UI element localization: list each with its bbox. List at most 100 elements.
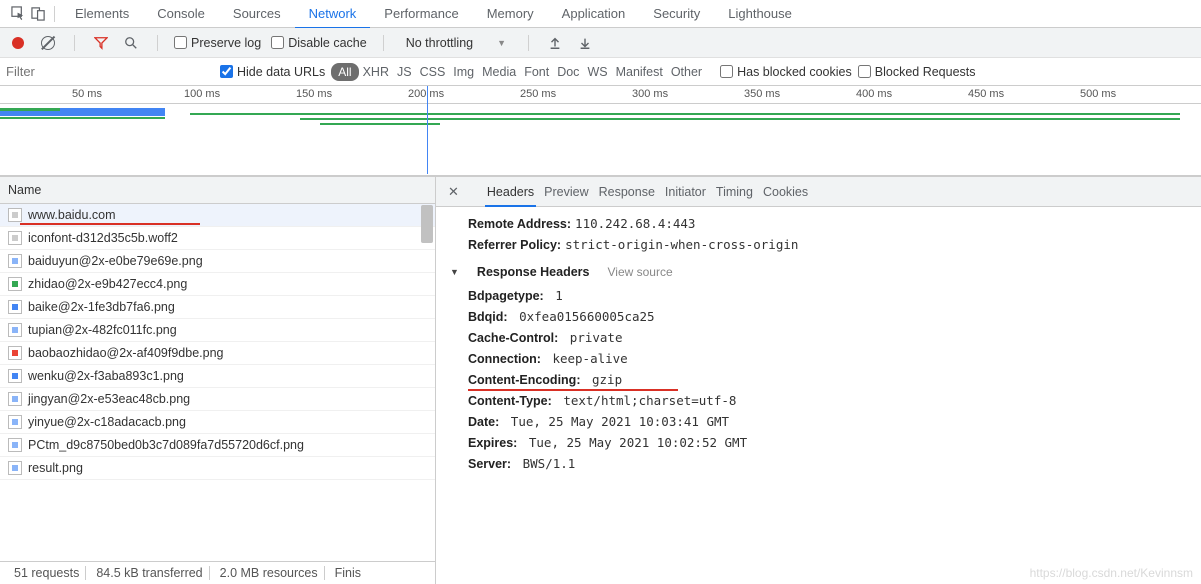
detail-tab-initiator[interactable]: Initiator (663, 179, 708, 205)
filter-type-ws[interactable]: WS (583, 63, 611, 81)
request-list: www.baidu.com iconfont-d312d35c5b.woff2 ba… (0, 204, 435, 561)
tab-application[interactable]: Application (548, 0, 640, 27)
file-icon (8, 277, 22, 291)
detail-tab-cookies[interactable]: Cookies (761, 179, 810, 205)
file-icon (8, 231, 22, 245)
referrer-policy-value: strict-origin-when-cross-origin (561, 237, 798, 252)
timeline-bar (320, 123, 440, 125)
highlight-underline (20, 223, 200, 225)
request-name: baike@2x-1fe3db7fa6.png (28, 300, 175, 314)
file-icon (8, 254, 22, 268)
header-key: Cache-Control: (468, 331, 558, 345)
status-resources: 2.0 MB resources (214, 566, 325, 580)
chevron-down-icon: ▼ (450, 267, 459, 277)
separator (157, 35, 158, 51)
remote-address-value: 110.242.68.4:443 (571, 216, 695, 231)
inspect-icon[interactable] (8, 2, 28, 26)
remote-address: Remote Address:110.242.68.4:443 (450, 213, 1187, 234)
separator (54, 6, 55, 22)
tab-network[interactable]: Network (295, 0, 371, 29)
filter-icon[interactable] (91, 31, 111, 55)
detail-tab-preview[interactable]: Preview (542, 179, 590, 205)
response-headers-section[interactable]: ▼Response HeadersView source (450, 255, 1187, 285)
tab-security[interactable]: Security (639, 0, 714, 27)
detail-tab-response[interactable]: Response (597, 179, 657, 205)
request-row[interactable]: yinyue@2x-c18adacacb.png (0, 411, 435, 434)
throttling-select[interactable]: No throttling▼ (400, 36, 512, 50)
filter-type-css[interactable]: CSS (416, 63, 450, 81)
request-row[interactable]: baobaozhidao@2x-af409f9dbe.png (0, 342, 435, 365)
chevron-down-icon: ▼ (497, 38, 506, 48)
upload-icon[interactable] (545, 31, 565, 55)
filter-type-media[interactable]: Media (478, 63, 520, 81)
blocked-cookies-checkbox[interactable]: Has blocked cookies (720, 65, 852, 79)
response-header-row: Connection: keep-alive (468, 348, 1187, 369)
request-name: tupian@2x-482fc011fc.png (28, 323, 177, 337)
file-icon (8, 208, 22, 222)
scrollbar-thumb[interactable] (421, 205, 433, 243)
view-source-link[interactable]: View source (607, 265, 672, 279)
filter-type-font[interactable]: Font (520, 63, 553, 81)
request-name: www.baidu.com (28, 208, 116, 222)
timeline-tick: 50 ms (72, 88, 102, 100)
filter-type-other[interactable]: Other (667, 63, 706, 81)
header-key: Connection: (468, 352, 541, 366)
preserve-log-checkbox[interactable]: Preserve log (174, 36, 261, 50)
blocked-requests-checkbox[interactable]: Blocked Requests (858, 65, 976, 79)
request-row[interactable]: baike@2x-1fe3db7fa6.png (0, 296, 435, 319)
request-row[interactable]: jingyan@2x-e53eac48cb.png (0, 388, 435, 411)
file-icon (8, 438, 22, 452)
close-icon[interactable]: ✕ (440, 184, 467, 200)
header-key: Bdqid: (468, 310, 508, 324)
remote-address-label: Remote Address: (468, 217, 571, 231)
disable-cache-checkbox[interactable]: Disable cache (271, 36, 367, 50)
timeline[interactable]: 50 ms100 ms150 ms200 ms250 ms300 ms350 m… (0, 86, 1201, 176)
request-row[interactable]: tupian@2x-482fc011fc.png (0, 319, 435, 342)
header-key: Content-Type: (468, 394, 552, 408)
tab-elements[interactable]: Elements (61, 0, 143, 27)
blocked-cookies-label: Has blocked cookies (737, 65, 852, 79)
list-header-name[interactable]: Name (0, 177, 435, 204)
request-row[interactable]: PCtm_d9c8750bed0b3c7d089fa7d55720d6cf.pn… (0, 434, 435, 457)
device-icon[interactable] (28, 2, 48, 26)
timeline-tick: 400 ms (856, 88, 892, 100)
filter-type-doc[interactable]: Doc (553, 63, 583, 81)
hide-data-urls-checkbox[interactable]: Hide data URLs (220, 65, 325, 79)
response-header-row: Cache-Control: private (468, 327, 1187, 348)
record-button[interactable] (8, 31, 28, 55)
clear-button[interactable] (38, 31, 58, 55)
tab-console[interactable]: Console (143, 0, 219, 27)
tab-performance[interactable]: Performance (370, 0, 472, 27)
timeline-bar (0, 117, 165, 119)
file-icon (8, 346, 22, 360)
request-row[interactable]: zhidao@2x-e9b427ecc4.png (0, 273, 435, 296)
filter-type-xhr[interactable]: XHR (359, 63, 393, 81)
highlight-underline (468, 389, 678, 391)
detail-tab-timing[interactable]: Timing (714, 179, 755, 205)
request-name: baiduyun@2x-e0be79e69e.png (28, 254, 203, 268)
detail-tab-headers[interactable]: Headers (485, 179, 536, 207)
filter-type-all[interactable]: All (331, 63, 358, 81)
header-value: keep-alive (541, 351, 628, 366)
timeline-marker (427, 86, 428, 174)
request-row[interactable]: iconfont-d312d35c5b.woff2 (0, 227, 435, 250)
download-icon[interactable] (575, 31, 595, 55)
separator (528, 35, 529, 51)
filter-type-js[interactable]: JS (393, 63, 416, 81)
timeline-tick: 150 ms (296, 88, 332, 100)
request-row[interactable]: www.baidu.com (0, 204, 435, 227)
request-row[interactable]: wenku@2x-f3aba893c1.png (0, 365, 435, 388)
status-requests: 51 requests (8, 566, 86, 580)
filter-input[interactable] (4, 60, 214, 83)
tab-memory[interactable]: Memory (473, 0, 548, 27)
search-icon[interactable] (121, 31, 141, 55)
filter-type-img[interactable]: Img (449, 63, 478, 81)
header-key: Bdpagetype: (468, 289, 544, 303)
tab-lighthouse[interactable]: Lighthouse (714, 0, 806, 27)
filter-type-manifest[interactable]: Manifest (612, 63, 667, 81)
request-row[interactable]: result.png (0, 457, 435, 480)
timeline-tick: 500 ms (1080, 88, 1116, 100)
tab-sources[interactable]: Sources (219, 0, 295, 27)
response-header-row: Date: Tue, 25 May 2021 10:03:41 GMT (468, 411, 1187, 432)
request-row[interactable]: baiduyun@2x-e0be79e69e.png (0, 250, 435, 273)
